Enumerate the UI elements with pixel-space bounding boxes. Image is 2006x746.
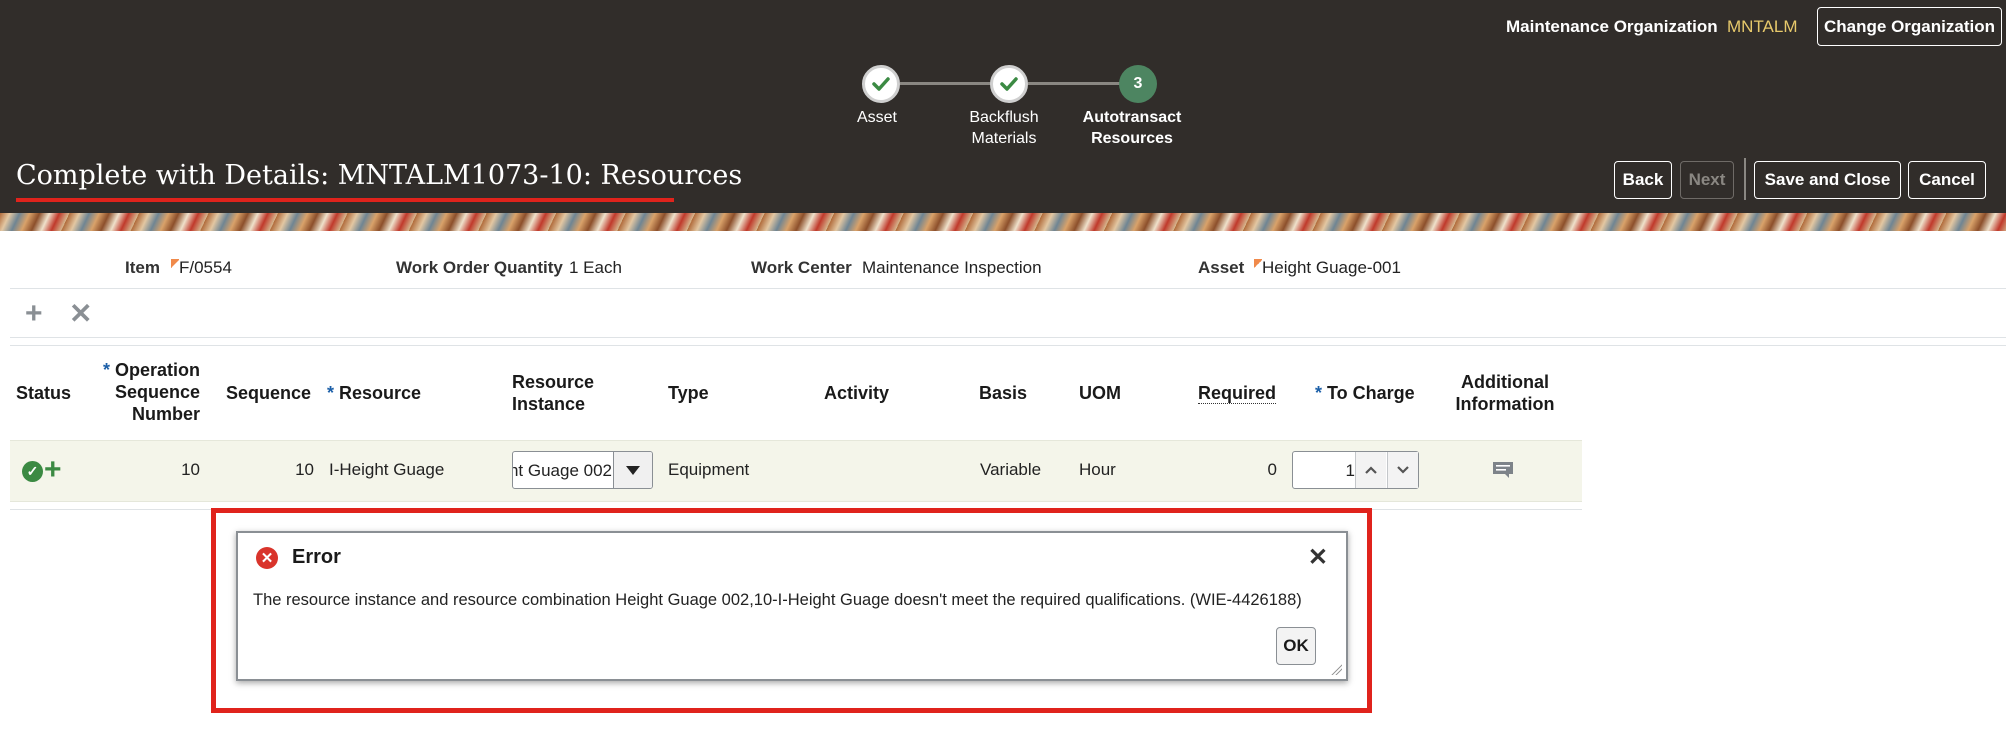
org-label: Maintenance Organization (1506, 17, 1718, 36)
work-order-quantity-value: 1 Each (569, 258, 622, 277)
column-header-activity: Activity (824, 383, 890, 403)
column-header-status: Status (16, 383, 72, 403)
back-button[interactable]: Back (1614, 161, 1672, 199)
train-stop-autotransact[interactable]: 3 (1119, 65, 1157, 103)
flag-icon (171, 259, 179, 269)
next-button[interactable]: Next (1680, 161, 1734, 199)
check-icon (1000, 77, 1018, 91)
dropdown-button[interactable] (613, 452, 652, 488)
chevron-up-icon (1365, 466, 1377, 474)
dialog-title: Error (292, 546, 341, 568)
status-check-icon: ✓ (22, 461, 43, 482)
chevron-down-icon (626, 465, 640, 475)
column-header-uom: UOM (1079, 383, 1121, 403)
toolbar-separator (1744, 158, 1746, 200)
cell-required: 0 (1267, 460, 1277, 479)
error-dialog: ✕ Error ✕ The resource instance and reso… (236, 531, 1348, 681)
decorative-banner (0, 213, 2006, 231)
increment-button[interactable] (1355, 452, 1386, 488)
asset-label: Asset (1198, 258, 1245, 277)
error-message: The resource instance and resource combi… (253, 591, 1302, 609)
column-header-operation-sequence: * Operation Sequence Number (102, 360, 200, 424)
title-highlight-underline (16, 198, 674, 202)
org-value: MNTALM (1727, 17, 1798, 36)
column-header-type: Type (668, 383, 709, 403)
asset-value: Height Guage-001 (1262, 258, 1401, 277)
cell-resource: I-Height Guage (329, 460, 445, 479)
resource-instance-value[interactable]: Height Guage 002 (513, 461, 612, 481)
cell-operation-sequence: 10 (181, 460, 200, 479)
column-header-required: Required (1198, 383, 1277, 404)
ok-button[interactable]: OK (1276, 627, 1316, 665)
close-icon[interactable]: ✕ (1308, 543, 1328, 572)
column-header-sequence: Sequence (226, 383, 312, 403)
work-center-value: Maintenance Inspection (862, 258, 1042, 277)
column-header-resource: * Resource (327, 383, 422, 403)
resize-grip-icon[interactable] (1330, 663, 1342, 675)
new-row-plus-icon: + (44, 453, 62, 486)
column-header-to-charge: * To Charge (1315, 383, 1415, 403)
cell-sequence: 10 (295, 460, 314, 479)
divider (10, 288, 2006, 289)
save-and-close-button[interactable]: Save and Close (1754, 161, 1901, 199)
train-label-autotransact: Autotransact Resources (1082, 109, 1182, 147)
error-icon: ✕ (256, 547, 278, 569)
work-center-label: Work Center (751, 258, 852, 277)
change-organization-button[interactable]: Change Organization (1817, 7, 2002, 46)
resource-instance-combobox[interactable]: Height Guage 002 (512, 451, 653, 489)
train-stop-backflush[interactable] (990, 65, 1028, 103)
train-label-asset: Asset (856, 109, 897, 126)
column-header-additional-information: Additional Information (1455, 372, 1555, 414)
work-order-quantity-label: Work Order Quantity (396, 258, 563, 277)
cell-uom: Hour (1079, 460, 1116, 479)
divider (10, 345, 2006, 346)
additional-information-icon[interactable] (1492, 461, 1514, 479)
train-label-backflush: Backflush Materials (969, 109, 1039, 147)
divider (10, 337, 2006, 338)
train-stop-asset[interactable] (862, 65, 900, 103)
item-value: F/0554 (179, 258, 232, 277)
flag-icon (1254, 259, 1262, 269)
cell-basis: Variable (980, 460, 1042, 479)
cancel-button[interactable]: Cancel (1908, 161, 1986, 199)
decrement-button[interactable] (1387, 452, 1418, 488)
x-icon[interactable]: ✕ (69, 299, 92, 329)
column-header-basis: Basis (979, 383, 1028, 403)
chevron-down-icon (1397, 466, 1409, 474)
item-label: Item (125, 258, 160, 277)
column-header-resource-instance: Resource Instance (512, 372, 595, 414)
to-charge-stepper[interactable]: 1 (1292, 451, 1419, 489)
plus-icon[interactable]: + (25, 299, 43, 329)
check-icon (872, 77, 890, 91)
page-title: Complete with Details: MNTALM1073-10: Re… (16, 160, 743, 191)
to-charge-value[interactable]: 1 (1346, 461, 1355, 481)
cell-type: Equipment (668, 460, 750, 479)
